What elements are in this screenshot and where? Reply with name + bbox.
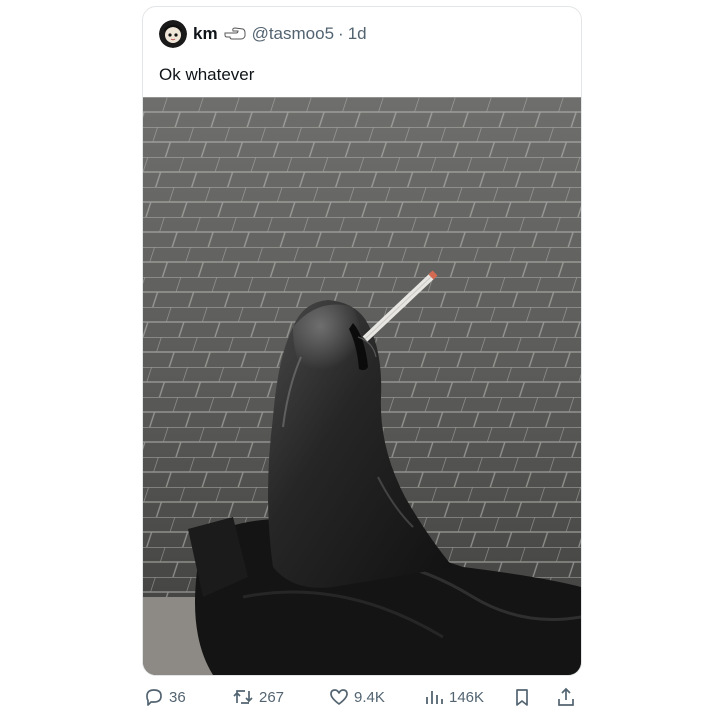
timestamp[interactable]: 1d xyxy=(348,24,367,44)
hand-emoji-icon xyxy=(224,27,246,41)
tweet-header: km @tasmoo5 · 1d xyxy=(159,20,367,48)
like-button[interactable]: 9.4K xyxy=(329,684,385,710)
tweet-photo[interactable] xyxy=(143,97,581,675)
reply-button[interactable]: 36 xyxy=(144,684,186,710)
separator-dot: · xyxy=(338,24,344,43)
repost-button[interactable]: 267 xyxy=(232,684,284,710)
repost-count: 267 xyxy=(259,688,285,706)
share-button[interactable] xyxy=(556,684,576,710)
views-count: 146K xyxy=(449,688,485,706)
repost-icon xyxy=(232,687,254,707)
avatar[interactable] xyxy=(159,20,187,48)
views-button[interactable]: 146K xyxy=(424,684,484,710)
views-icon xyxy=(424,687,444,707)
bookmark-icon xyxy=(512,687,532,707)
heart-icon xyxy=(329,687,349,707)
tweet-text: Ok whatever xyxy=(159,65,255,84)
display-name[interactable]: km xyxy=(193,24,218,44)
tweet-actions-bar: 36 267 9.4K 146K xyxy=(142,684,582,710)
bookmark-button[interactable] xyxy=(512,684,532,710)
user-handle[interactable]: @tasmoo5 xyxy=(252,24,334,44)
reply-count: 36 xyxy=(169,688,186,706)
reply-icon xyxy=(144,687,164,707)
tweet-card[interactable]: km @tasmoo5 · 1d Ok whatever xyxy=(142,6,582,676)
photo-leather-boot-with-cigarette xyxy=(143,97,581,675)
share-icon xyxy=(556,687,576,707)
like-count: 9.4K xyxy=(354,688,385,706)
